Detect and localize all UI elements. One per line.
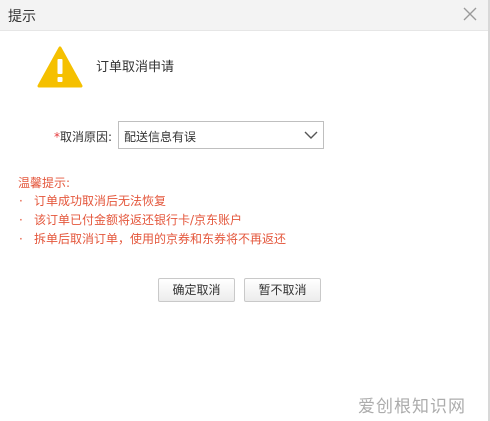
- warm-tips: 温馨提示: · 订单成功取消后无法恢复 · 该订单已付金额将返还银行卡/京东账户 ·…: [18, 174, 286, 249]
- bullet-icon: ·: [19, 194, 23, 208]
- dialog-title: 提示: [8, 9, 36, 25]
- tips-list: · 订单成功取消后无法恢复 · 该订单已付金额将返还银行卡/京东账户 · 拆单后取消订…: [18, 192, 286, 249]
- cancel-reason-select[interactable]: 配送信息有误: [118, 121, 324, 149]
- confirm-cancel-button[interactable]: 确定取消: [158, 278, 235, 302]
- chevron-down-icon: [304, 131, 318, 139]
- tip-item: · 该订单已付金额将返还银行卡/京东账户: [18, 211, 286, 230]
- bullet-icon: ·: [19, 232, 23, 246]
- cancel-reason-label-text: 取消原因:: [60, 130, 113, 144]
- tips-title: 温馨提示:: [18, 176, 71, 190]
- watermark: 爱创根知识网: [358, 397, 466, 417]
- cancel-reason-label: *取消原因:: [54, 128, 112, 145]
- cancel-order-dialog: 提示 订单取消申请 *取消原因: 配送信息有误 温馨提示: · 订单成功取消后无法…: [0, 0, 490, 421]
- tip-text: 拆单后取消订单，使用的京券和东券将不再返还: [34, 232, 287, 246]
- cancel-reason-value: 配送信息有误: [124, 130, 197, 144]
- close-icon[interactable]: [462, 6, 478, 22]
- tip-text: 该订单已付金额将返还银行卡/京东账户: [34, 213, 243, 227]
- tip-item: · 订单成功取消后无法恢复: [18, 192, 286, 211]
- dialog-titlebar: 提示: [0, 0, 488, 31]
- dialog-heading: 订单取消申请: [96, 60, 175, 75]
- tip-text: 订单成功取消后无法恢复: [34, 194, 167, 208]
- tip-item: · 拆单后取消订单，使用的京券和东券将不再返还: [18, 230, 286, 249]
- keep-order-button[interactable]: 暂不取消: [244, 278, 321, 302]
- warning-icon: [37, 46, 83, 88]
- bullet-icon: ·: [19, 213, 23, 227]
